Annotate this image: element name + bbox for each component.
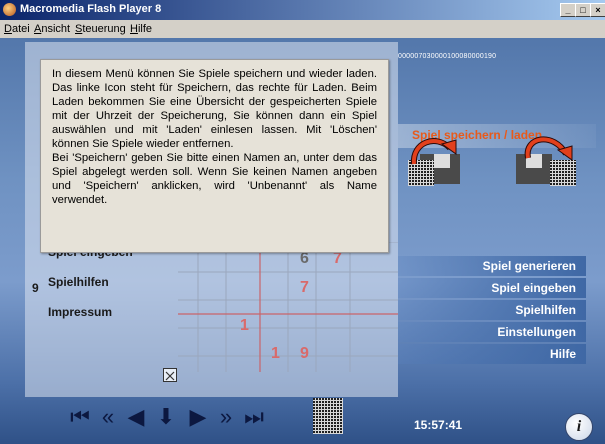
navigation-bar: ⏮ « ◀ ⬇ ▶ » ⏭ 15:57:41 i [0, 398, 605, 444]
menu-spielhilfen[interactable]: Spielhilfen [398, 300, 586, 320]
clock-display: 15:57:41 [414, 418, 463, 432]
menu-ansicht[interactable]: Ansicht [34, 23, 70, 35]
menu-hilfe[interactable]: Hilfe [130, 23, 152, 35]
close-x-icon [165, 371, 175, 381]
grid-cell-number[interactable]: 1 [240, 317, 249, 335]
save-icon[interactable] [406, 120, 470, 190]
menu-hilfe-right[interactable]: Hilfe [398, 344, 586, 364]
info-button[interactable]: i [565, 413, 593, 441]
close-box-icon[interactable] [163, 368, 177, 382]
left-menu-impressum[interactable]: Impressum [48, 305, 112, 319]
flash-stage: 000007030000100080000190 Spiel speichern… [0, 38, 605, 444]
menu-spiel-eingeben[interactable]: Spiel eingeben [398, 278, 586, 298]
load-icon[interactable] [514, 120, 578, 190]
grid-cell-number[interactable]: 9 [300, 345, 309, 363]
fast-back-button[interactable]: « [96, 402, 120, 432]
title-bar: Macromedia Flash Player 8 _ □ × [0, 0, 605, 20]
maximize-button[interactable]: □ [575, 3, 591, 17]
grid-cell-number[interactable]: 1 [271, 345, 280, 363]
help-tooltip: In diesem Menü können Sie Spiele speiche… [40, 59, 389, 253]
game-id-string: 000007030000100080000190 [398, 53, 497, 60]
back-button[interactable]: ◀ [124, 402, 148, 432]
mini-grid-icon[interactable] [313, 398, 343, 434]
minimize-button[interactable]: _ [560, 3, 576, 17]
fast-forward-button[interactable]: » [214, 402, 238, 432]
first-button[interactable]: ⏮ [68, 402, 92, 432]
menu-datei[interactable]: Datei [4, 23, 30, 35]
menu-bar: Datei Ansicht Steuerung Hilfe [0, 20, 605, 38]
grid-cell-number[interactable]: 7 [300, 279, 309, 297]
left-menu-prefix: 9 [32, 281, 39, 295]
left-menu-spielhilfen[interactable]: Spielhilfen [48, 275, 109, 289]
menu-einstellungen[interactable]: Einstellungen [398, 322, 586, 342]
sudoku-grid[interactable] [178, 242, 398, 372]
menu-steuerung[interactable]: Steuerung [75, 23, 126, 35]
flash-app-icon [3, 3, 16, 16]
window-title: Macromedia Flash Player 8 [20, 3, 162, 15]
forward-button[interactable]: ▶ [186, 402, 210, 432]
menu-spiel-generieren[interactable]: Spiel generieren [398, 256, 586, 276]
close-button[interactable]: × [590, 3, 605, 17]
last-button[interactable]: ⏭ [242, 402, 266, 432]
flash-player-window: Macromedia Flash Player 8 _ □ × Datei An… [0, 0, 605, 444]
down-button[interactable]: ⬇ [154, 402, 178, 432]
